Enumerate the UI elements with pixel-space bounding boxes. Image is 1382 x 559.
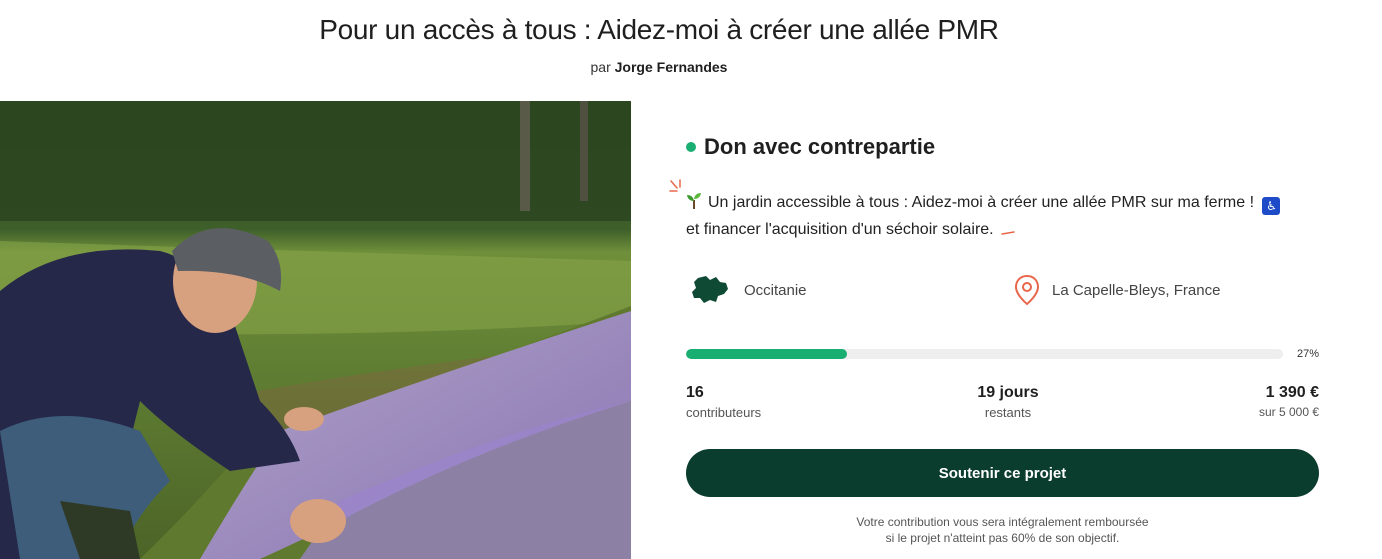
project-header: Pour un accès à tous : Aidez-moi à créer…	[0, 0, 1382, 100]
amount-raised-value: 1 390 €	[1265, 384, 1319, 401]
occitanie-map-icon	[692, 276, 728, 303]
project-title: Pour un accès à tous : Aidez-moi à créer…	[319, 14, 999, 45]
project-type-label: Don avec contrepartie	[704, 134, 936, 159]
contributors-label: contributeurs	[686, 405, 762, 420]
description-line-2: et financer l'acquisition d'un séchoir s…	[686, 221, 994, 238]
region-label: Occitanie	[744, 281, 807, 299]
contributors-count: 16	[686, 384, 704, 401]
project-photo[interactable]	[0, 101, 631, 559]
funding-goal-label: sur 5 000 €	[1258, 405, 1319, 419]
squiggle-icon	[1001, 231, 1015, 235]
author-byline: par Jorge Fernandes	[0, 59, 1318, 75]
description-line-1: Un jardin accessible à tous : Aidez-moi …	[708, 194, 1255, 211]
refund-note-line-1: Votre contribution vous sera intégraleme…	[856, 515, 1149, 529]
days-remaining-value: 19 jours	[977, 384, 1039, 401]
amount-raised-stat: 1 390 € sur 5 000 €	[1259, 384, 1319, 419]
refund-note-line-2: si le projet n'atteint pas 60% de son ob…	[885, 531, 1120, 545]
byline-prefix: par	[590, 59, 611, 75]
funding-progress-bar	[686, 349, 1283, 359]
project-region: Occitanie	[690, 274, 807, 306]
wheelchair-icon: ♿	[1262, 197, 1281, 215]
city-label: La Capelle-Bleys, France	[1052, 281, 1221, 299]
project-description: Un jardin accessible à tous : Aidez-moi …	[686, 191, 1319, 242]
contributors-stat: 16 contributeurs	[686, 384, 761, 420]
project-summary-panel: Don avec contrepartie Un jardin accessib…	[669, 101, 1319, 559]
farmer-crocus-field-image	[0, 101, 631, 559]
days-remaining-label: restants	[984, 405, 1032, 420]
project-city: La Capelle-Bleys, France	[1014, 274, 1220, 306]
green-dot-icon	[686, 142, 696, 152]
refund-note: Votre contribution vous sera intégraleme…	[686, 514, 1319, 546]
location-pin-icon	[1014, 274, 1040, 306]
project-type: Don avec contrepartie	[686, 134, 935, 160]
author-name[interactable]: Jorge Fernandes	[615, 59, 728, 75]
days-remaining-stat: 19 jours restants	[949, 384, 1067, 420]
funding-progress-fill	[686, 349, 848, 359]
support-project-button[interactable]: Soutenir ce projet	[686, 449, 1319, 497]
funding-progress-percent: 27%	[1296, 348, 1319, 360]
sprout-icon	[686, 192, 702, 218]
